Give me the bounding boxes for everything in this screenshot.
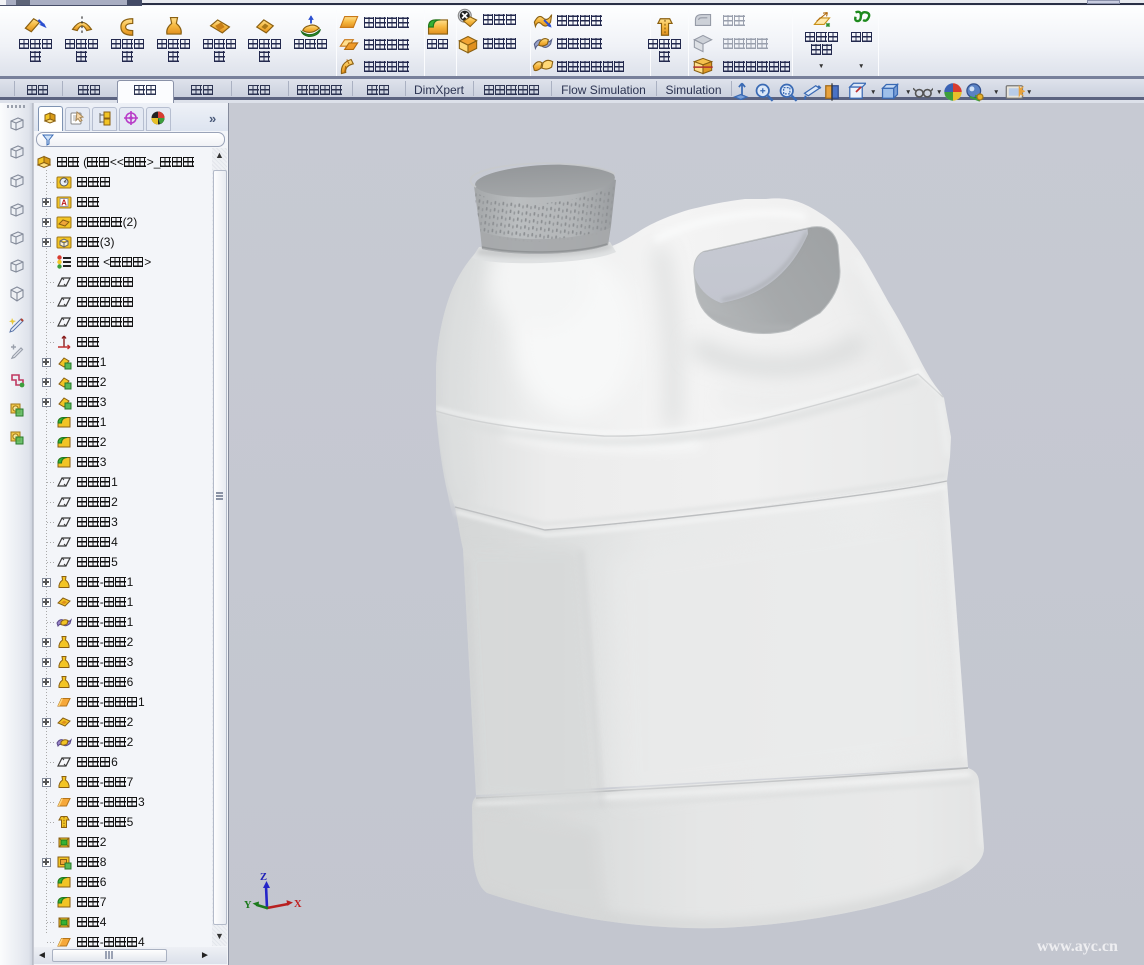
svg-text:Y: Y — [244, 900, 252, 911]
svg-text:Z: Z — [260, 872, 267, 883]
svg-text:X: X — [294, 899, 302, 910]
svg-text:www.ayc.cn: www.ayc.cn — [1037, 938, 1118, 955]
svg-text:A: A — [61, 199, 67, 208]
